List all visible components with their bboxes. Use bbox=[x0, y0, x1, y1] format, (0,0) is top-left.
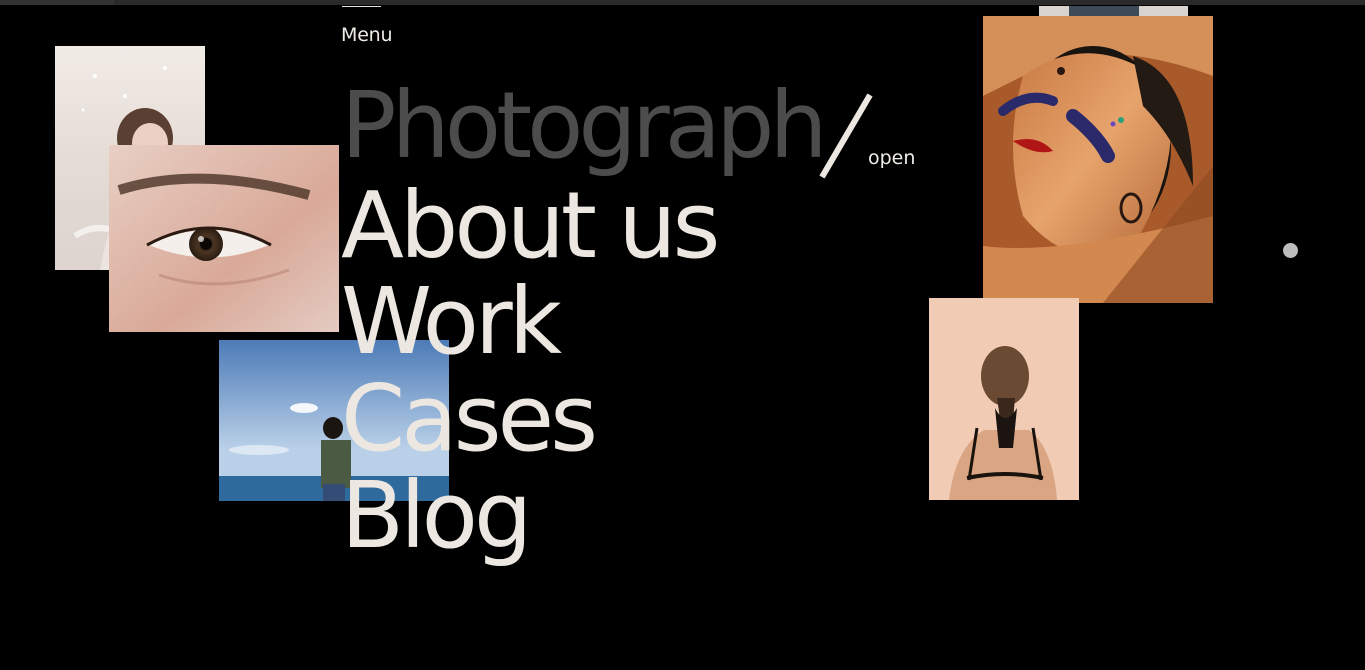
menu-button[interactable]: Menu bbox=[341, 24, 393, 46]
nav-item-about-us[interactable]: About us bbox=[341, 180, 720, 272]
top-bar-highlight bbox=[114, 0, 1365, 5]
menu-underline bbox=[342, 6, 381, 7]
open-link[interactable]: open bbox=[868, 147, 915, 169]
photo-face-paint bbox=[983, 16, 1213, 303]
nav-item-blog[interactable]: Blog bbox=[341, 470, 532, 562]
top-bar bbox=[0, 0, 1365, 5]
photo-eye bbox=[109, 145, 339, 332]
photo-woman-back bbox=[929, 298, 1079, 500]
slash-divider-icon bbox=[819, 93, 873, 179]
nav-item-cases[interactable]: Cases bbox=[341, 373, 598, 465]
nav-item-work[interactable]: Work bbox=[341, 276, 562, 368]
cursor-dot bbox=[1283, 243, 1298, 258]
photo-top-partial bbox=[1039, 6, 1188, 16]
nav-item-photograph[interactable]: Photograph bbox=[341, 80, 828, 172]
